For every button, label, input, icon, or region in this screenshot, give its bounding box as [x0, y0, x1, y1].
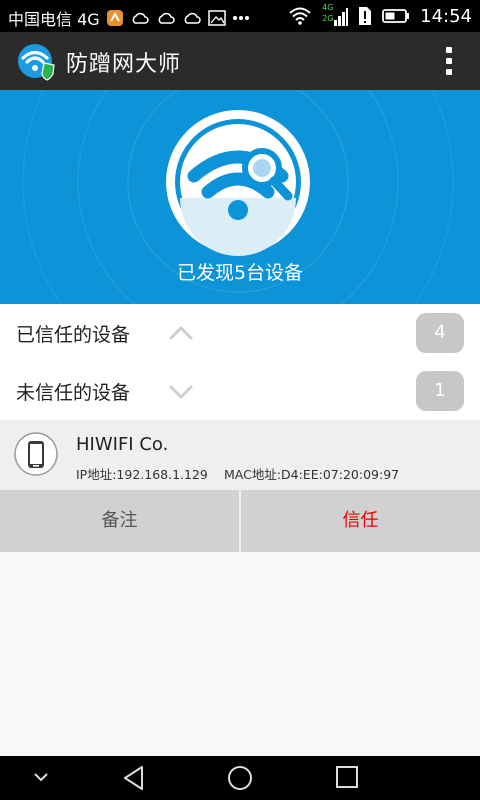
untrusted-devices-row[interactable]: 未信任的设备 1 — [0, 362, 480, 421]
trusted-devices-row[interactable]: 已信任的设备 4 — [0, 304, 480, 363]
home-icon[interactable] — [226, 764, 254, 792]
untrusted-count-badge: 1 — [416, 371, 464, 411]
chevron-up-icon — [168, 325, 194, 341]
cloud-icon — [158, 12, 175, 24]
trusted-devices-label: 已信任的设备 — [16, 324, 131, 346]
hide-keyboard-icon[interactable] — [32, 770, 50, 784]
chevron-down-icon — [168, 384, 194, 400]
signal-icon: 4G 2G — [322, 3, 349, 28]
carrier-label: 中国电信 4G — [8, 10, 100, 29]
app-title: 防蹭网大师 — [66, 52, 182, 77]
app-bar: 防蹭网大师 — [0, 32, 480, 90]
app-notification-icon — [106, 10, 123, 26]
device-mac: MAC地址:D4:EE:07:20:09:97 — [224, 467, 400, 482]
sim-alert-icon — [359, 7, 372, 25]
wifi-icon — [289, 7, 311, 25]
empty-area — [0, 552, 480, 756]
cloud-icon — [132, 12, 149, 24]
battery-icon — [382, 9, 410, 23]
navigation-bar — [0, 756, 480, 800]
device-list-item[interactable]: HIWIFI Co. IP地址:192.168.1.129 MAC地址:D4:E… — [0, 420, 480, 490]
wifi-shield-icon — [18, 44, 55, 81]
untrusted-devices-label: 未信任的设备 — [16, 382, 131, 404]
back-icon[interactable] — [120, 764, 148, 792]
scan-summary-panel: 已发现5台设备 — [0, 90, 480, 304]
device-name: HIWIFI Co. — [76, 434, 169, 455]
image-icon — [207, 10, 226, 26]
recents-icon[interactable] — [334, 764, 360, 790]
trust-button[interactable]: 信任 — [241, 490, 480, 552]
cloud-icon — [184, 12, 201, 24]
wifi-search-icon — [166, 110, 310, 256]
status-bar: 中国电信 4G 4G 2G 14:54 — [0, 0, 480, 32]
more-dots-icon — [232, 16, 249, 20]
overflow-menu-icon[interactable] — [446, 47, 454, 75]
note-button[interactable]: 备注 — [0, 490, 239, 552]
device-ip: IP地址:192.168.1.129 — [76, 467, 208, 482]
device-actions: 备注 信任 — [0, 490, 480, 552]
clock: 14:54 — [420, 5, 472, 27]
smartphone-icon — [14, 432, 58, 476]
trusted-count-badge: 4 — [416, 313, 464, 353]
devices-found-text: 已发现5台设备 — [176, 262, 304, 284]
